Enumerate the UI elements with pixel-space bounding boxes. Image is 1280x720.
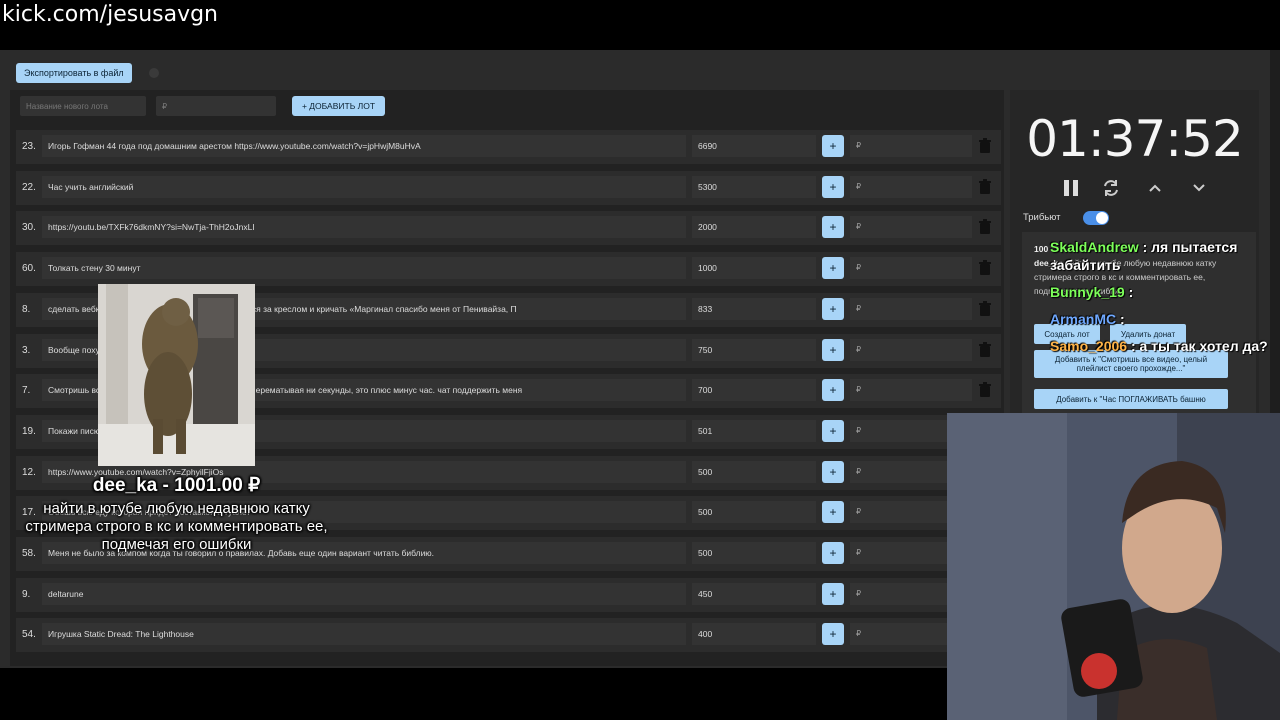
chat-text: : [1128, 284, 1134, 300]
lot-amount-field[interactable]: 400 [692, 623, 816, 646]
donation-alert-donor: dee_ka - 1001.00 ₽ [92, 475, 261, 496]
lot-number: 8. [22, 303, 31, 315]
reset-icon[interactable] [1100, 178, 1122, 198]
lot-add-button[interactable]: + [822, 216, 844, 239]
lot-add-button[interactable]: + [822, 623, 844, 646]
lot-number: 54. [22, 629, 36, 641]
lot-row: 9. deltarune 450 + ₽ [16, 577, 1001, 612]
chevron-up-icon[interactable] [1144, 178, 1166, 198]
lot-number: 3. [22, 344, 31, 356]
lot-row: 60. Толкать стену 30 минут 1000 + ₽ [16, 252, 1001, 287]
chat-username: SkaldAndrew [1050, 239, 1139, 255]
tribute-label: Трибьют [1023, 212, 1061, 223]
lot-add-button[interactable]: + [822, 419, 844, 442]
lot-add-button[interactable]: + [822, 257, 844, 280]
new-lot-name-input[interactable] [20, 96, 146, 116]
lot-title-field[interactable]: Час учить английский [42, 175, 686, 198]
donation-amount: 100 [1034, 244, 1049, 254]
chat-overlay: SkaldAndrew : ля пытается забайтить Bunny… [1050, 238, 1280, 364]
lot-number: 22. [22, 181, 36, 193]
chat-username: ArmanMC [1050, 311, 1117, 327]
lot-donate-input[interactable]: ₽ [850, 257, 972, 280]
lot-donate-input[interactable]: ₽ [850, 175, 972, 198]
trash-icon[interactable] [978, 341, 992, 358]
lot-add-button[interactable]: + [822, 460, 844, 483]
trash-icon[interactable] [978, 178, 992, 195]
chat-message: Bunnyk_19 : [1050, 283, 1280, 301]
lot-amount-field[interactable]: 750 [692, 338, 816, 361]
theme-toggle-dot[interactable] [149, 68, 159, 78]
lot-add-button[interactable]: + [822, 379, 844, 402]
lot-amount-field[interactable]: 6690 [692, 135, 816, 157]
lot-amount-field[interactable]: 2000 [692, 216, 816, 239]
lot-title-field[interactable]: Игорь Гофман 44 года под домашним аресто… [42, 135, 686, 157]
trash-icon[interactable] [978, 382, 992, 398]
lot-amount-field[interactable]: 700 [692, 379, 816, 402]
new-lot-amount-input[interactable] [156, 96, 276, 116]
chat-text: : [1120, 311, 1125, 327]
trash-icon[interactable] [978, 219, 992, 235]
chat-message: ArmanMC : [1050, 310, 1280, 328]
timer-controls [1060, 178, 1230, 198]
tribute-toggle[interactable] [1083, 211, 1109, 225]
add-to-lot-button-2[interactable]: Добавить к "Час ПОГЛАЖИВАТЬ башню [1034, 389, 1228, 409]
lot-title-field[interactable]: deltarune [42, 582, 686, 605]
lot-title-field[interactable]: Толкать стену 30 минут [42, 257, 686, 280]
lot-donate-input[interactable]: ₽ [850, 216, 972, 239]
lot-row: 54. Игрушка Static Dread: The Lighthouse 4… [16, 618, 1001, 653]
lot-add-button[interactable]: + [822, 135, 844, 157]
lot-number: 23. [22, 141, 36, 152]
chat-message: Samo_2006 : а ты так хотел да? [1050, 337, 1280, 355]
lot-amount-field[interactable]: 833 [692, 297, 816, 320]
tribute-row: Трибьют [1023, 211, 1109, 225]
lot-add-button[interactable]: + [822, 175, 844, 198]
lot-row: 23. Игорь Гофман 44 года под домашним аре… [16, 130, 1001, 164]
chat-text: : а ты так хотел да? [1130, 338, 1268, 354]
lot-add-button[interactable]: + [822, 582, 844, 605]
trash-icon[interactable] [978, 138, 992, 154]
lot-amount-field[interactable]: 1000 [692, 257, 816, 280]
trash-icon[interactable] [978, 260, 992, 276]
donation-alert-message: найти в ютубе любую недавнюю катку стрим… [25, 500, 328, 553]
lot-donate-input[interactable]: ₽ [850, 379, 972, 402]
chat-message: SkaldAndrew : ля пытается забайтить [1050, 238, 1280, 274]
lot-row: 22. Час учить английский 5300 + ₽ [16, 170, 1001, 205]
lot-number: 19. [22, 425, 36, 437]
lot-amount-field[interactable]: 500 [692, 460, 816, 483]
chevron-down-icon[interactable] [1188, 178, 1210, 198]
lot-amount-field[interactable]: 501 [692, 419, 816, 442]
lot-title-field[interactable]: Игрушка Static Dread: The Lighthouse [42, 623, 686, 646]
export-button[interactable]: Экспортировать в файл [16, 63, 132, 83]
webcam-feed [947, 413, 1280, 720]
trash-icon[interactable] [978, 300, 992, 317]
pause-icon[interactable] [1060, 178, 1082, 198]
timer-display: 01:37:52 [1026, 110, 1244, 168]
lot-amount-field[interactable]: 500 [692, 542, 816, 564]
chat-username: Bunnyk_19 [1050, 284, 1125, 300]
lot-row: 30. https://youtu.be/TXFk76dkmNY?si=NwTja… [16, 211, 1001, 246]
lot-number: 30. [22, 222, 36, 234]
lot-number: 60. [22, 263, 36, 275]
add-lot-button[interactable]: + ДОБАВИТЬ ЛОТ [292, 96, 385, 116]
lot-number: 9. [22, 588, 31, 600]
lot-add-button[interactable]: + [822, 542, 844, 564]
lot-donate-input[interactable]: ₽ [850, 297, 972, 320]
lot-amount-field[interactable]: 500 [692, 501, 816, 524]
lot-amount-field[interactable]: 5300 [692, 175, 816, 198]
lot-donate-input[interactable]: ₽ [850, 135, 972, 157]
browser-url: kick.com/jesusavgn [2, 2, 219, 27]
lot-amount-field[interactable]: 450 [692, 582, 816, 605]
lot-title-field[interactable]: https://youtu.be/TXFk76dkmNY?si=NwTja-Th… [42, 216, 686, 239]
lot-add-button[interactable]: + [822, 338, 844, 361]
lot-donate-input[interactable]: ₽ [850, 338, 972, 361]
lot-number: 7. [22, 385, 31, 397]
cat-gif-overlay [98, 284, 255, 466]
chat-username: Samo_2006 [1050, 338, 1128, 354]
donation-alert-overlay: dee_ka - 1001.00 ₽ найти в ютубе любую н… [24, 474, 329, 554]
lot-add-button[interactable]: + [822, 501, 844, 524]
lot-add-button[interactable]: + [822, 297, 844, 320]
